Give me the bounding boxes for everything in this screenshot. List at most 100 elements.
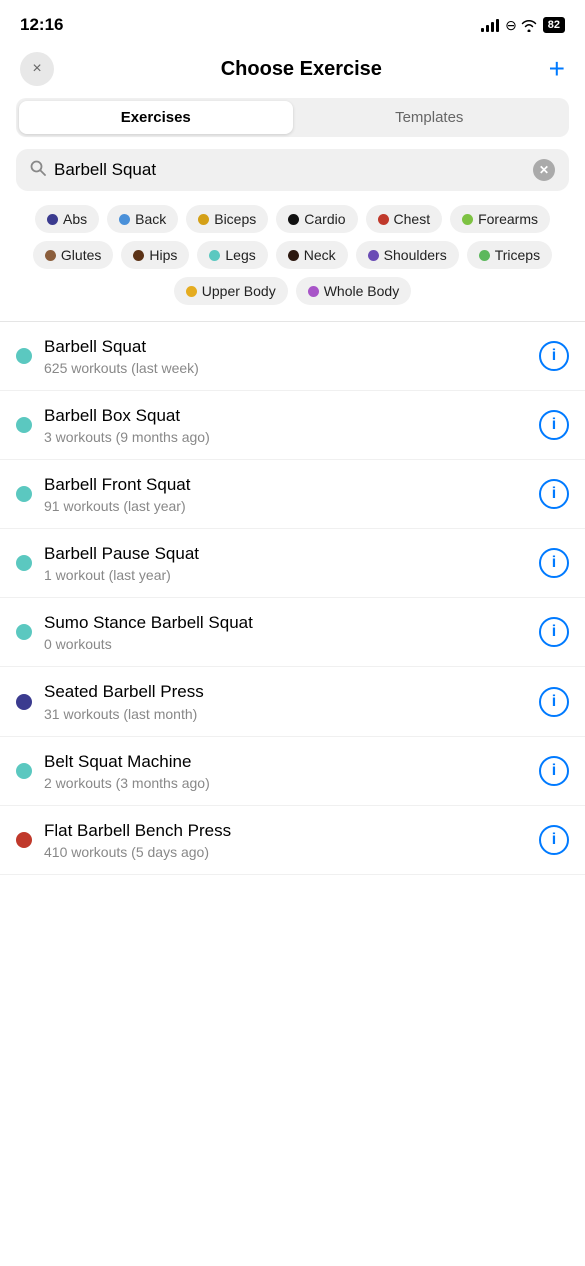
exercise-name: Barbell Front Squat — [44, 474, 527, 496]
exercise-info-button[interactable]: i — [539, 341, 569, 371]
exercise-info: Barbell Front Squat 91 workouts (last yea… — [44, 474, 527, 514]
filter-tag-back[interactable]: Back — [107, 205, 178, 233]
filter-tag-cardio[interactable]: Cardio — [276, 205, 357, 233]
exercise-info-button[interactable]: i — [539, 548, 569, 578]
exercise-info-button[interactable]: i — [539, 756, 569, 786]
exercise-color-dot — [16, 832, 32, 848]
tag-dot-upper-body — [186, 286, 197, 297]
clear-search-button[interactable]: ✕ — [533, 159, 555, 181]
add-button[interactable]: + — [549, 55, 565, 83]
filter-tag-whole-body[interactable]: Whole Body — [296, 277, 411, 305]
exercise-info: Barbell Pause Squat1 workout (last year) — [44, 543, 527, 583]
exercise-info-button[interactable]: i — [539, 617, 569, 647]
tab-exercises[interactable]: Exercises — [19, 101, 293, 134]
exercise-color-dot — [16, 417, 32, 433]
exercise-list: Barbell Squat625 workouts (last week)iBa… — [0, 322, 585, 875]
tag-label-biceps: Biceps — [214, 211, 256, 227]
exercise-info: Barbell Squat625 workouts (last week) — [44, 336, 527, 376]
exercise-item[interactable]: Sumo Stance Barbell Squat0 workouts i — [0, 598, 585, 667]
status-bar: 12:16 ⊖ 82 — [0, 0, 585, 44]
exercise-item[interactable]: Belt Squat Machine 2 workouts (3 months a… — [0, 737, 585, 806]
status-icons: ⊖ 82 — [481, 17, 565, 34]
exercise-meta: 0 workouts — [44, 636, 527, 652]
tag-label-abs: Abs — [63, 211, 87, 227]
close-button[interactable]: × — [20, 52, 54, 86]
filter-tag-abs[interactable]: Abs — [35, 205, 99, 233]
filter-tag-forearms[interactable]: Forearms — [450, 205, 550, 233]
close-icon: × — [32, 60, 41, 78]
exercise-item[interactable]: Barbell Squat625 workouts (last week) i — [0, 322, 585, 391]
tag-label-shoulders: Shoulders — [384, 247, 447, 263]
status-time: 12:16 — [20, 15, 63, 35]
exercise-meta: 31 workouts (last month) — [44, 706, 527, 722]
search-bar: ✕ — [16, 149, 569, 191]
exercise-meta: 410 workouts (5 days ago) — [44, 844, 527, 860]
wifi-icon: ⊖ — [505, 17, 537, 34]
filter-tag-legs[interactable]: Legs — [197, 241, 267, 269]
tag-dot-glutes — [45, 250, 56, 261]
exercise-item[interactable]: Barbell Box Squat 3 workouts (9 months ag… — [0, 391, 585, 460]
exercise-color-dot — [16, 348, 32, 364]
tag-label-neck: Neck — [304, 247, 336, 263]
filter-tag-biceps[interactable]: Biceps — [186, 205, 268, 233]
tag-label-chest: Chest — [394, 211, 431, 227]
filter-tag-neck[interactable]: Neck — [276, 241, 348, 269]
search-input[interactable] — [54, 160, 525, 180]
exercise-item[interactable]: Flat Barbell Bench Press 410 workouts (5 … — [0, 806, 585, 875]
exercise-info-button[interactable]: i — [539, 825, 569, 855]
exercise-meta: 3 workouts (9 months ago) — [44, 429, 527, 445]
tag-label-cardio: Cardio — [304, 211, 345, 227]
filter-tag-upper-body[interactable]: Upper Body — [174, 277, 288, 305]
exercise-color-dot — [16, 624, 32, 640]
exercise-name: Barbell Pause Squat — [44, 543, 527, 565]
exercise-meta: 2 workouts (3 months ago) — [44, 775, 527, 791]
tag-label-upper-body: Upper Body — [202, 283, 276, 299]
filter-tag-hips[interactable]: Hips — [121, 241, 189, 269]
tag-dot-whole-body — [308, 286, 319, 297]
exercise-info-button[interactable]: i — [539, 410, 569, 440]
exercise-meta: 91 workouts (last year) — [44, 498, 527, 514]
tag-label-glutes: Glutes — [61, 247, 101, 263]
exercise-info-button[interactable]: i — [539, 479, 569, 509]
exercise-item[interactable]: Barbell Front Squat 91 workouts (last yea… — [0, 460, 585, 529]
tag-dot-cardio — [288, 214, 299, 225]
exercise-info: Flat Barbell Bench Press 410 workouts (5 … — [44, 820, 527, 860]
exercise-color-dot — [16, 555, 32, 571]
exercise-item[interactable]: Seated Barbell Press 31 workouts (last mo… — [0, 667, 585, 736]
filter-tag-shoulders[interactable]: Shoulders — [356, 241, 459, 269]
tag-label-hips: Hips — [149, 247, 177, 263]
exercise-info-button[interactable]: i — [539, 687, 569, 717]
tag-dot-hips — [133, 250, 144, 261]
exercise-name: Seated Barbell Press — [44, 681, 527, 703]
tag-dot-triceps — [479, 250, 490, 261]
exercise-color-dot — [16, 486, 32, 502]
exercise-name: Barbell Box Squat — [44, 405, 527, 427]
tag-label-legs: Legs — [225, 247, 255, 263]
exercise-info: Barbell Box Squat 3 workouts (9 months ag… — [44, 405, 527, 445]
filter-tag-list: Abs Back Biceps Cardio Chest Forearms Glutes Hi… — [0, 205, 585, 321]
tag-dot-chest — [378, 214, 389, 225]
page-title: Choose Exercise — [221, 58, 382, 81]
exercise-name: Barbell Squat — [44, 336, 527, 358]
filter-tag-glutes[interactable]: Glutes — [33, 241, 113, 269]
filter-tag-triceps[interactable]: Triceps — [467, 241, 552, 269]
exercise-info: Belt Squat Machine 2 workouts (3 months a… — [44, 751, 527, 791]
search-icon — [30, 160, 46, 181]
exercise-item[interactable]: Barbell Pause Squat1 workout (last year)… — [0, 529, 585, 598]
exercise-info: Sumo Stance Barbell Squat0 workouts — [44, 612, 527, 652]
tag-dot-shoulders — [368, 250, 379, 261]
signal-icon — [481, 18, 499, 32]
tag-label-back: Back — [135, 211, 166, 227]
tag-dot-back — [119, 214, 130, 225]
exercise-name: Belt Squat Machine — [44, 751, 527, 773]
exercise-name: Flat Barbell Bench Press — [44, 820, 527, 842]
tag-dot-forearms — [462, 214, 473, 225]
tab-bar: Exercises Templates — [16, 98, 569, 137]
exercise-color-dot — [16, 763, 32, 779]
exercise-info: Seated Barbell Press 31 workouts (last mo… — [44, 681, 527, 721]
tag-label-triceps: Triceps — [495, 247, 540, 263]
filter-tag-chest[interactable]: Chest — [366, 205, 443, 233]
tag-dot-legs — [209, 250, 220, 261]
tag-dot-biceps — [198, 214, 209, 225]
tab-templates[interactable]: Templates — [293, 101, 567, 134]
